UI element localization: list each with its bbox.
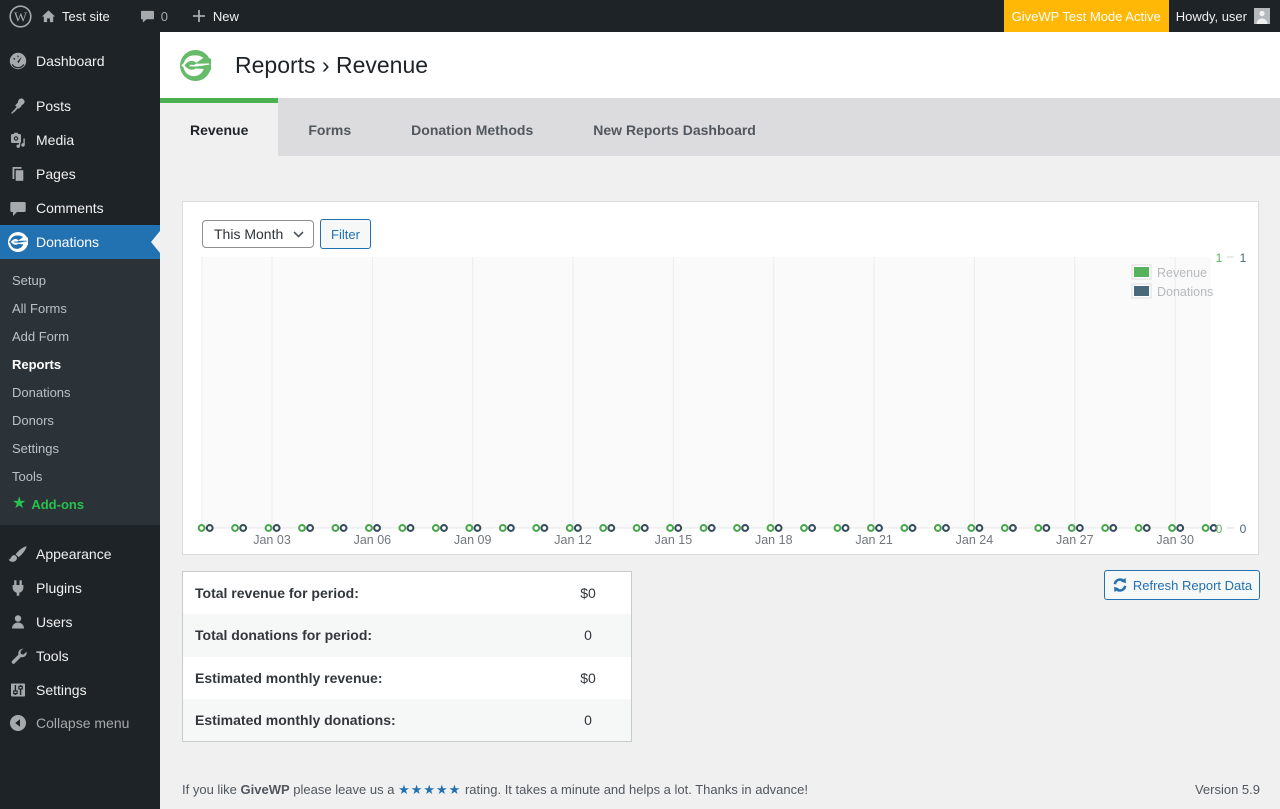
svg-text:0: 0 — [1216, 522, 1223, 536]
svg-text:Jan 24: Jan 24 — [956, 533, 994, 547]
svg-text:Revenue: Revenue — [1157, 266, 1207, 280]
svg-text:1: 1 — [1240, 251, 1247, 265]
svg-text:0: 0 — [1240, 522, 1247, 536]
svg-text:Jan 15: Jan 15 — [655, 533, 693, 547]
svg-text:1: 1 — [1216, 251, 1223, 265]
svg-text:W: W — [14, 10, 28, 25]
svg-text:Jan 12: Jan 12 — [554, 533, 592, 547]
svg-text:Jan 09: Jan 09 — [454, 533, 492, 547]
svg-text:Jan 06: Jan 06 — [354, 533, 392, 547]
svg-text:Jan 21: Jan 21 — [855, 533, 893, 547]
svg-text:Jan 03: Jan 03 — [253, 533, 291, 547]
svg-text:Jan 18: Jan 18 — [755, 533, 793, 547]
svg-text:Jan 30: Jan 30 — [1156, 533, 1194, 547]
svg-text:Donations: Donations — [1157, 285, 1213, 299]
svg-text:Jan 27: Jan 27 — [1056, 533, 1094, 547]
